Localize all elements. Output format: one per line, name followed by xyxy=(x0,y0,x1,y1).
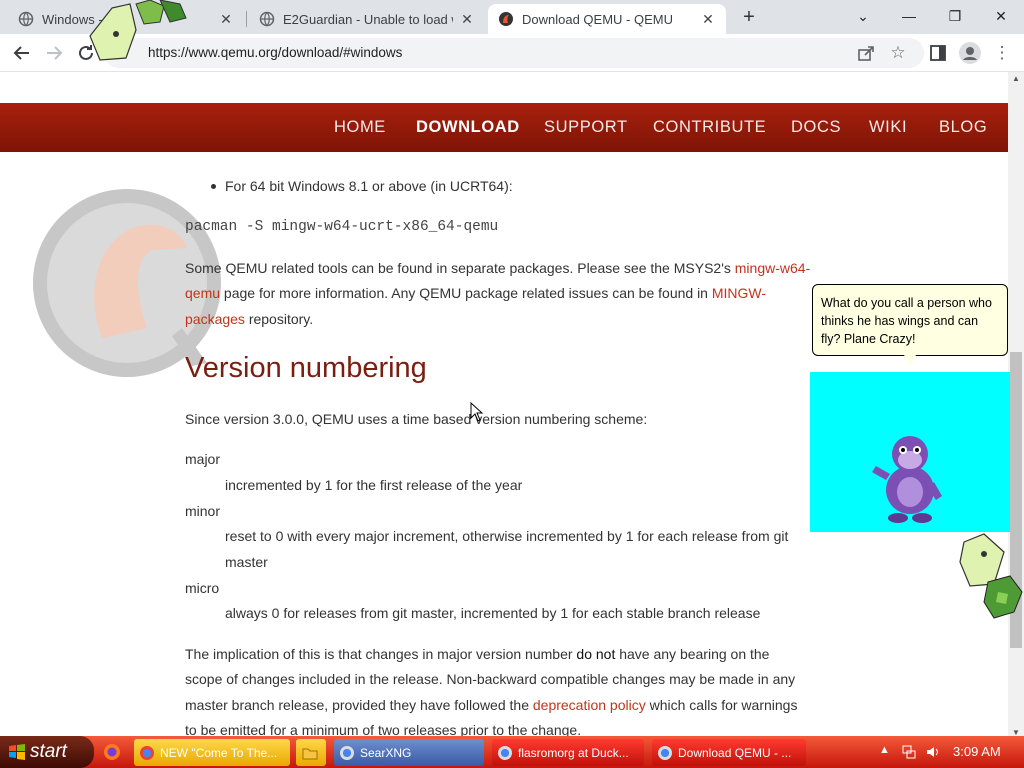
purple-gorilla-icon xyxy=(872,436,942,523)
para2-line1: The implication of this is that changes … xyxy=(185,646,769,662)
tab-search-icon[interactable]: ⌄ xyxy=(840,4,886,28)
profile-avatar-icon[interactable] xyxy=(958,41,982,65)
forward-arrow-icon[interactable] xyxy=(42,41,66,65)
windows-bullet: For 64 bit Windows 8.1 or above (in UCRT… xyxy=(225,178,513,194)
deprecation-policy-link[interactable]: deprecation policy xyxy=(533,697,646,713)
chrome-icon xyxy=(498,745,512,760)
para1-line2: qemu page for more information. Any QEMU… xyxy=(185,285,766,301)
network-icon[interactable] xyxy=(901,744,917,760)
chrome-icon xyxy=(658,745,672,760)
peridot-character-icon xyxy=(89,0,187,61)
start-label: start xyxy=(30,741,67,762)
system-tray: ▲ 3:09 AM xyxy=(873,736,1024,768)
nav-contribute[interactable]: CONTRIBUTE xyxy=(653,118,766,137)
mingw-packages-link[interactable]: packages xyxy=(185,311,245,327)
close-tab-icon[interactable]: ✕ xyxy=(218,11,234,28)
windows-logo-icon xyxy=(9,744,25,760)
para2-line3: master branch release, provided they hav… xyxy=(185,697,797,713)
task-file-explorer[interactable] xyxy=(296,739,326,766)
nav-download[interactable]: DOWNLOAD xyxy=(416,118,520,137)
minimize-button[interactable]: — xyxy=(886,4,932,28)
para-text: which calls for warnings xyxy=(645,697,798,713)
bold-text: do not xyxy=(576,646,616,662)
mingw-w64-qemu-link[interactable]: mingw-w64- xyxy=(735,260,810,276)
mingw-packages-link[interactable]: MINGW- xyxy=(712,285,766,301)
tab-title: Download QEMU - QEMU xyxy=(522,11,673,27)
clock[interactable]: 3:09 AM xyxy=(953,744,1001,759)
site-nav: HOME DOWNLOAD SUPPORT CONTRIBUTE DOCS WI… xyxy=(0,103,1008,152)
para-text: have any bearing on the xyxy=(615,646,770,662)
back-arrow-icon[interactable] xyxy=(10,41,34,65)
para-text: repository. xyxy=(244,311,314,327)
para2-line2: scope of changes included in the release… xyxy=(185,671,796,687)
bookmark-star-icon[interactable]: ☆ xyxy=(886,41,910,65)
version-numbering-heading: Version numbering xyxy=(185,352,427,384)
tab-e2guardian[interactable]: E2Guardian - Unable to load we ✕ xyxy=(249,4,485,34)
term-minor: minor xyxy=(185,503,221,519)
chrome-icon xyxy=(340,745,354,760)
speech-bubble: What do you call a person who thinks he … xyxy=(812,284,1008,356)
tab-download-qemu[interactable]: Download QEMU - QEMU ✕ xyxy=(488,4,726,34)
task-label: NEW "Come To The... xyxy=(160,745,278,760)
nav-blog[interactable]: BLOG xyxy=(939,118,987,137)
para-text: page for more information. Any QEMU pack… xyxy=(220,285,712,301)
speech-bubble-tail xyxy=(904,355,916,365)
tab-separator xyxy=(246,11,247,27)
pacman-command: pacman -S mingw-w64-ucrt-x86_64-qemu xyxy=(185,219,499,235)
peridot-character-icon xyxy=(959,533,1023,619)
nav-wiki[interactable]: WIKI xyxy=(869,118,907,137)
bonzi-buddy-window[interactable] xyxy=(810,372,1010,532)
close-tab-icon[interactable]: ✕ xyxy=(700,11,716,28)
term-micro: micro xyxy=(185,580,220,596)
task-label: flasromorg at Duck... xyxy=(518,745,629,760)
definition-micro: always 0 for releases from git master, i… xyxy=(225,605,761,621)
para-text: The implication of this is that changes … xyxy=(185,646,577,662)
bullet-dot xyxy=(211,184,216,189)
globe-icon xyxy=(18,11,34,27)
para-text: Some QEMU related tools can be found in … xyxy=(185,260,735,276)
para1-line3: packages repository. xyxy=(185,311,313,327)
task-new-come-to-the[interactable]: NEW "Come To The... xyxy=(134,739,290,766)
task-flasromorg[interactable]: flasromorg at Duck... xyxy=(492,739,644,766)
definition-minor-cont: master xyxy=(225,554,268,570)
side-panel-icon[interactable] xyxy=(926,41,950,65)
definition-minor: reset to 0 with every major increment, o… xyxy=(225,528,789,544)
firefox-icon[interactable] xyxy=(103,743,121,761)
vertical-scrollbar[interactable]: ▲ ▼ xyxy=(1008,72,1024,740)
start-button[interactable]: start xyxy=(0,736,94,768)
taskbar: start NEW "Come To The... SearXNG flasro… xyxy=(0,736,1024,768)
folder-icon xyxy=(302,748,318,759)
restore-button[interactable]: ❐ xyxy=(932,4,978,28)
nav-docs[interactable]: DOCS xyxy=(791,118,841,137)
new-tab-button[interactable]: + xyxy=(737,6,761,30)
tab-title: E2Guardian - Unable to load we xyxy=(283,11,453,27)
nav-support[interactable]: SUPPORT xyxy=(544,118,628,137)
task-download-qemu[interactable]: Download QEMU - ... xyxy=(652,739,806,766)
qemu-logo-icon xyxy=(33,189,221,377)
close-tab-icon[interactable]: ✕ xyxy=(459,11,475,28)
task-searxng[interactable]: SearXNG xyxy=(334,739,484,766)
mouse-cursor-icon xyxy=(470,402,484,422)
task-label: SearXNG xyxy=(360,745,412,760)
volume-icon[interactable] xyxy=(925,744,941,760)
mingw-w64-qemu-link[interactable]: qemu xyxy=(185,285,220,301)
task-label: Download QEMU - ... xyxy=(678,745,792,760)
qemu-favicon-icon xyxy=(499,12,513,26)
menu-kebab-icon[interactable]: ⋮ xyxy=(990,41,1014,65)
globe-icon xyxy=(259,11,275,27)
para-text: master branch release, provided they hav… xyxy=(185,697,533,713)
close-window-button[interactable]: ✕ xyxy=(978,4,1024,28)
chrome-icon xyxy=(140,745,154,760)
nav-home[interactable]: HOME xyxy=(334,118,386,137)
version-intro: Since version 3.0.0, QEMU uses a time ba… xyxy=(185,411,648,427)
share-icon[interactable] xyxy=(854,41,878,65)
para1-line1: Some QEMU related tools can be found in … xyxy=(185,260,810,276)
definition-major: incremented by 1 for the first release o… xyxy=(225,477,523,493)
scroll-up-arrow-icon[interactable]: ▲ xyxy=(1008,72,1024,86)
tray-expand-icon[interactable]: ▲ xyxy=(879,744,890,756)
term-major: major xyxy=(185,451,221,467)
address-bar[interactable]: https://www.qemu.org/download/#windows xyxy=(104,38,924,68)
